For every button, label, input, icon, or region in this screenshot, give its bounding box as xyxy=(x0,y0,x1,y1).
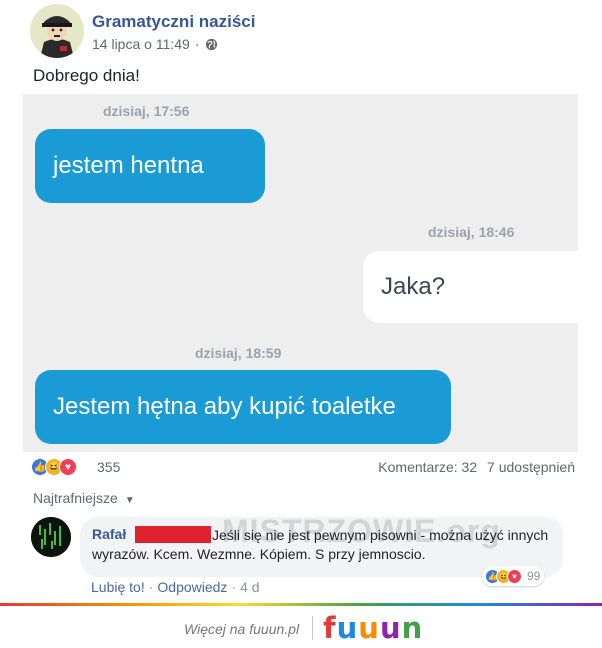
message-bubble: Jestem hętna aby kupić toaletke xyxy=(35,370,451,444)
post-text: Dobrego dnia! xyxy=(33,66,140,85)
logo-letter: u xyxy=(358,611,380,645)
post-date[interactable]: 14 lipca o 11:49 xyxy=(92,36,190,52)
fuuun-logo[interactable]: fuuun xyxy=(323,611,423,645)
message-timestamp: dzisiaj, 18:59 xyxy=(195,345,282,361)
sort-label: Najtrafniejsze xyxy=(33,490,118,506)
comments-count-link[interactable]: Komentarze: 32 xyxy=(378,459,477,475)
footer-text[interactable]: Więcej na fuuun.pl xyxy=(184,621,299,637)
comment-sort-dropdown[interactable]: Najtrafniejsze ▼ xyxy=(33,490,135,506)
reaction-count[interactable]: 355 xyxy=(97,459,120,475)
chat-screenshot[interactable]: dzisiaj, 17:56 jestem hentna dzisiaj, 18… xyxy=(23,94,578,452)
caret-down-icon: ▼ xyxy=(124,495,135,506)
message-bubble: Jaka? xyxy=(363,251,578,323)
post-header: Gramatyczni naziści 14 lipca o 11:49 · xyxy=(30,4,590,60)
hacker-avatar-icon xyxy=(31,517,71,557)
page-avatar[interactable] xyxy=(30,4,84,58)
footer-separator xyxy=(312,616,313,640)
reactions-bar: 👍 😆 ♥ 355 Komentarze: 32 7 udostępnień xyxy=(31,456,575,478)
love-icon: ♥ xyxy=(59,458,77,476)
comment-reaction-count: 99 xyxy=(527,569,541,583)
message-timestamp: dzisiaj, 18:46 xyxy=(428,224,515,240)
reply-link[interactable]: Odpowiedz xyxy=(157,579,227,595)
globe-icon[interactable] xyxy=(205,38,218,51)
logo-letter: n xyxy=(401,611,424,645)
post-stats: Komentarze: 32 7 udostępnień xyxy=(372,459,575,475)
nazi-cartoon-avatar-icon xyxy=(30,4,84,58)
comment-actions: Lubię to! · Odpowiedz · 4 d xyxy=(91,579,260,595)
message-bubble: jestem hentna xyxy=(35,129,265,203)
message-timestamp: dzisiaj, 17:56 xyxy=(103,103,190,119)
comment-age[interactable]: 4 d xyxy=(240,579,259,595)
reaction-icons[interactable]: 👍 😆 ♥ xyxy=(31,458,77,476)
logo-letter: f xyxy=(323,611,337,645)
shares-count-link[interactable]: 7 udostępnień xyxy=(487,459,575,475)
post-meta: 14 lipca o 11:49 · xyxy=(92,36,218,52)
comment-reactions[interactable]: 👍 😆 ♥ 99 xyxy=(482,566,545,586)
commenter-avatar[interactable] xyxy=(31,517,71,557)
post-author[interactable]: Gramatyczni naziści xyxy=(92,12,255,32)
site-footer: Więcej na fuuun.pl fuuun xyxy=(0,606,602,648)
comment-author[interactable]: Rafał xyxy=(92,526,126,542)
separator-dot: · xyxy=(148,579,154,595)
meta-separator: · xyxy=(194,36,200,52)
love-icon: ♥ xyxy=(507,568,522,584)
separator-dot: · xyxy=(231,579,237,595)
logo-letter: u xyxy=(379,611,402,645)
redacted-surname xyxy=(135,526,211,543)
like-comment-link[interactable]: Lubię to! xyxy=(91,579,145,595)
logo-letter: u xyxy=(336,611,359,645)
